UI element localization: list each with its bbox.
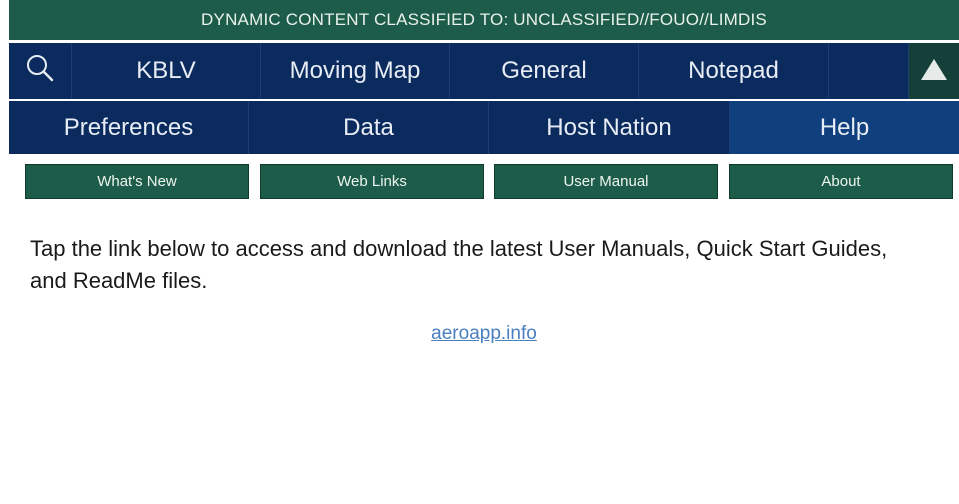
nav-tab-label: Data — [343, 113, 394, 141]
triangle-up-icon — [920, 57, 948, 86]
subtab-whats-new[interactable]: What's New — [25, 164, 249, 199]
subtab-label: Web Links — [337, 173, 407, 190]
aeroapp-link[interactable]: aeroapp.info — [431, 323, 537, 344]
secondary-nav-bar: Preferences Data Host Nation Help — [9, 101, 959, 154]
app-frame: DYNAMIC CONTENT CLASSIFIED TO: UNCLASSIF… — [9, 0, 959, 504]
nav-tab-label: Moving Map — [289, 57, 421, 84]
nav-tab-moving-map[interactable]: Moving Map — [261, 43, 450, 99]
nav-tab-preferences[interactable]: Preferences — [9, 101, 249, 154]
classification-banner: DYNAMIC CONTENT CLASSIFIED TO: UNCLASSIF… — [9, 0, 959, 40]
search-button[interactable] — [9, 43, 72, 99]
nav-tab-label: General — [501, 57, 587, 84]
top-nav-bar: KBLV Moving Map General Notepad — [9, 43, 959, 99]
nav-tab-empty — [829, 43, 909, 99]
nav-tab-host-nation[interactable]: Host Nation — [489, 101, 730, 154]
nav-tab-label: Host Nation — [546, 113, 672, 141]
subtab-about[interactable]: About — [729, 164, 953, 199]
subtab-web-links[interactable]: Web Links — [260, 164, 484, 199]
subtab-user-manual[interactable]: User Manual — [494, 164, 718, 199]
subtab-label: About — [821, 173, 861, 190]
help-subtabs: What's New Web Links User Manual About — [9, 164, 959, 201]
nav-tab-label: Notepad — [688, 57, 779, 84]
nav-tab-label: KBLV — [136, 57, 196, 84]
help-description: Tap the link below to access and downloa… — [30, 236, 888, 293]
nav-tab-notepad[interactable]: Notepad — [639, 43, 829, 99]
nav-tab-help[interactable]: Help — [730, 101, 959, 154]
nav-tab-label: Help — [819, 113, 870, 141]
nav-tab-label: Preferences — [63, 113, 194, 141]
nav-tab-data[interactable]: Data — [249, 101, 489, 154]
search-icon — [25, 53, 55, 90]
classification-banner-text: DYNAMIC CONTENT CLASSIFIED TO: UNCLASSIF… — [201, 10, 767, 29]
link-container: aeroapp.info — [9, 323, 959, 345]
subtab-label: What's New — [97, 173, 177, 190]
subtab-label: User Manual — [563, 173, 649, 190]
collapse-button[interactable] — [909, 43, 959, 99]
nav-tab-kblv[interactable]: KBLV — [72, 43, 261, 99]
nav-tab-general[interactable]: General — [450, 43, 639, 99]
